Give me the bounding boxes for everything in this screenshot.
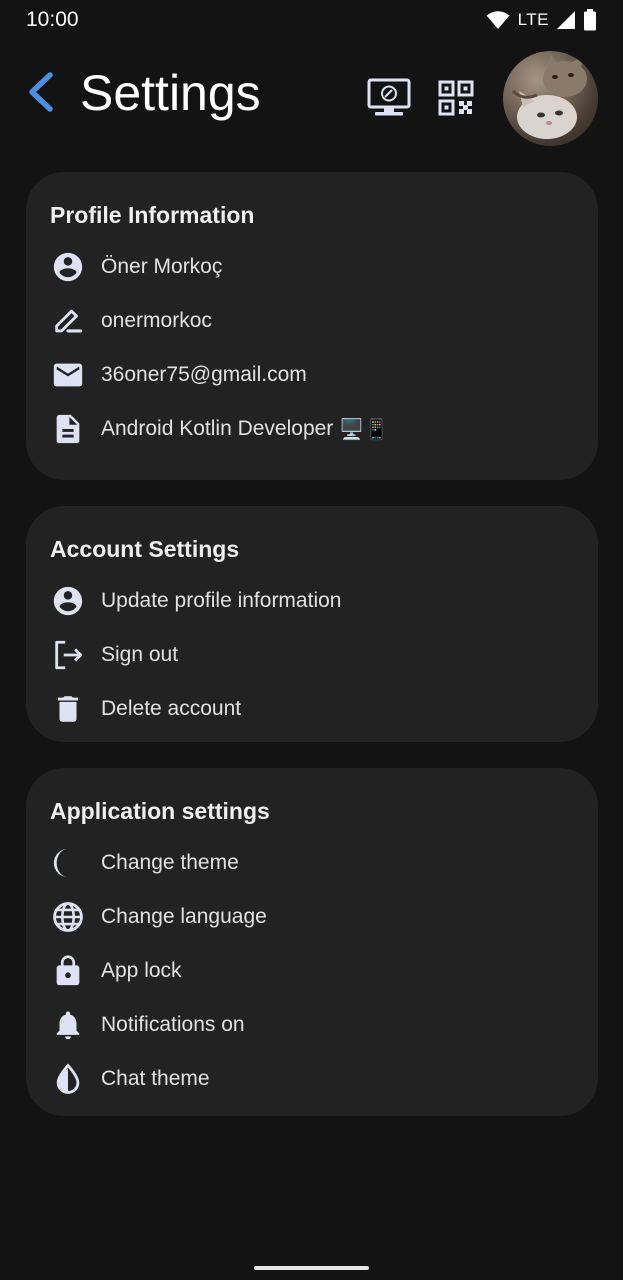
change-language-label: Change language [101, 905, 267, 928]
notifications-row[interactable]: Notifications on [50, 998, 574, 1052]
update-profile-label: Update profile information [101, 589, 342, 612]
account-circle-icon [53, 586, 83, 616]
profile-bio: Android Kotlin Developer [101, 417, 334, 440]
edit-pen-icon [55, 309, 83, 333]
signal-icon [557, 11, 575, 29]
drop-icon [56, 1063, 80, 1094]
logout-icon [55, 640, 83, 670]
chat-theme-label: Chat theme [101, 1067, 210, 1090]
document-icon [56, 414, 80, 444]
back-button[interactable] [20, 68, 60, 116]
page-title: Settings [80, 65, 261, 121]
lock-icon [56, 955, 80, 986]
profile-name-row[interactable]: Öner Morkoç [50, 240, 574, 294]
sign-out-label: Sign out [101, 643, 179, 666]
app-lock-row[interactable]: App lock [50, 944, 574, 998]
status-time: 10:00 [26, 8, 79, 31]
email-icon [53, 363, 83, 387]
app-header: Settings [0, 48, 623, 148]
bell-icon [56, 1011, 80, 1040]
profile-username-row[interactable]: onermorkoc [50, 294, 574, 348]
network-type: LTE [517, 10, 549, 29]
profile-email: 36oner75@gmail.com [101, 363, 307, 386]
profile-avatar[interactable] [503, 51, 598, 146]
status-bar: 10:00 LTE [0, 0, 623, 40]
wifi-icon [486, 11, 510, 29]
change-theme-row[interactable]: Change theme [50, 836, 574, 890]
moon-icon [53, 848, 68, 878]
profile-username: onermorkoc [101, 309, 212, 332]
application-settings-card: Application settings Change theme Change… [26, 768, 598, 1116]
app-card-title: Application settings [50, 798, 270, 824]
update-profile-row[interactable]: Update profile information [50, 574, 574, 628]
monitor-button[interactable] [365, 76, 413, 120]
battery-icon [584, 9, 596, 31]
notifications-label: Notifications on [101, 1013, 245, 1036]
cat-photo-icon [511, 55, 587, 139]
globe-icon [53, 902, 83, 932]
status-indicators: LTE [486, 9, 597, 31]
delete-account-label: Delete account [101, 697, 242, 720]
account-settings-card: Account Settings Update profile informat… [26, 506, 598, 742]
change-theme-label: Change theme [101, 851, 239, 874]
chat-theme-row[interactable]: Chat theme [50, 1052, 574, 1106]
account-circle-icon [53, 252, 83, 282]
sign-out-row[interactable]: Sign out [50, 628, 574, 682]
profile-bio-row[interactable]: Android Kotlin Developer 🖥️📱 [50, 402, 574, 456]
gesture-navigation-bar[interactable] [254, 1266, 369, 1270]
qr-code-icon [438, 80, 474, 116]
monitor-icon [367, 78, 411, 116]
change-language-row[interactable]: Change language [50, 890, 574, 944]
qr-code-button[interactable] [432, 76, 480, 120]
app-lock-label: App lock [101, 959, 182, 982]
settings-screen: 10:00 LTE Settings Profile Information Ö… [0, 0, 623, 1280]
account-card-title: Account Settings [50, 536, 240, 562]
trash-icon [58, 696, 78, 722]
profile-name: Öner Morkoç [101, 255, 223, 278]
delete-account-row[interactable]: Delete account [50, 682, 574, 736]
profile-information-card: Profile Information Öner Morkoç onermork… [26, 172, 598, 480]
profile-card-title: Profile Information [50, 202, 255, 228]
profile-email-row[interactable]: 36oner75@gmail.com [50, 348, 574, 402]
bio-emoji: 🖥️📱 [339, 418, 390, 441]
back-arrow-icon [29, 72, 53, 112]
